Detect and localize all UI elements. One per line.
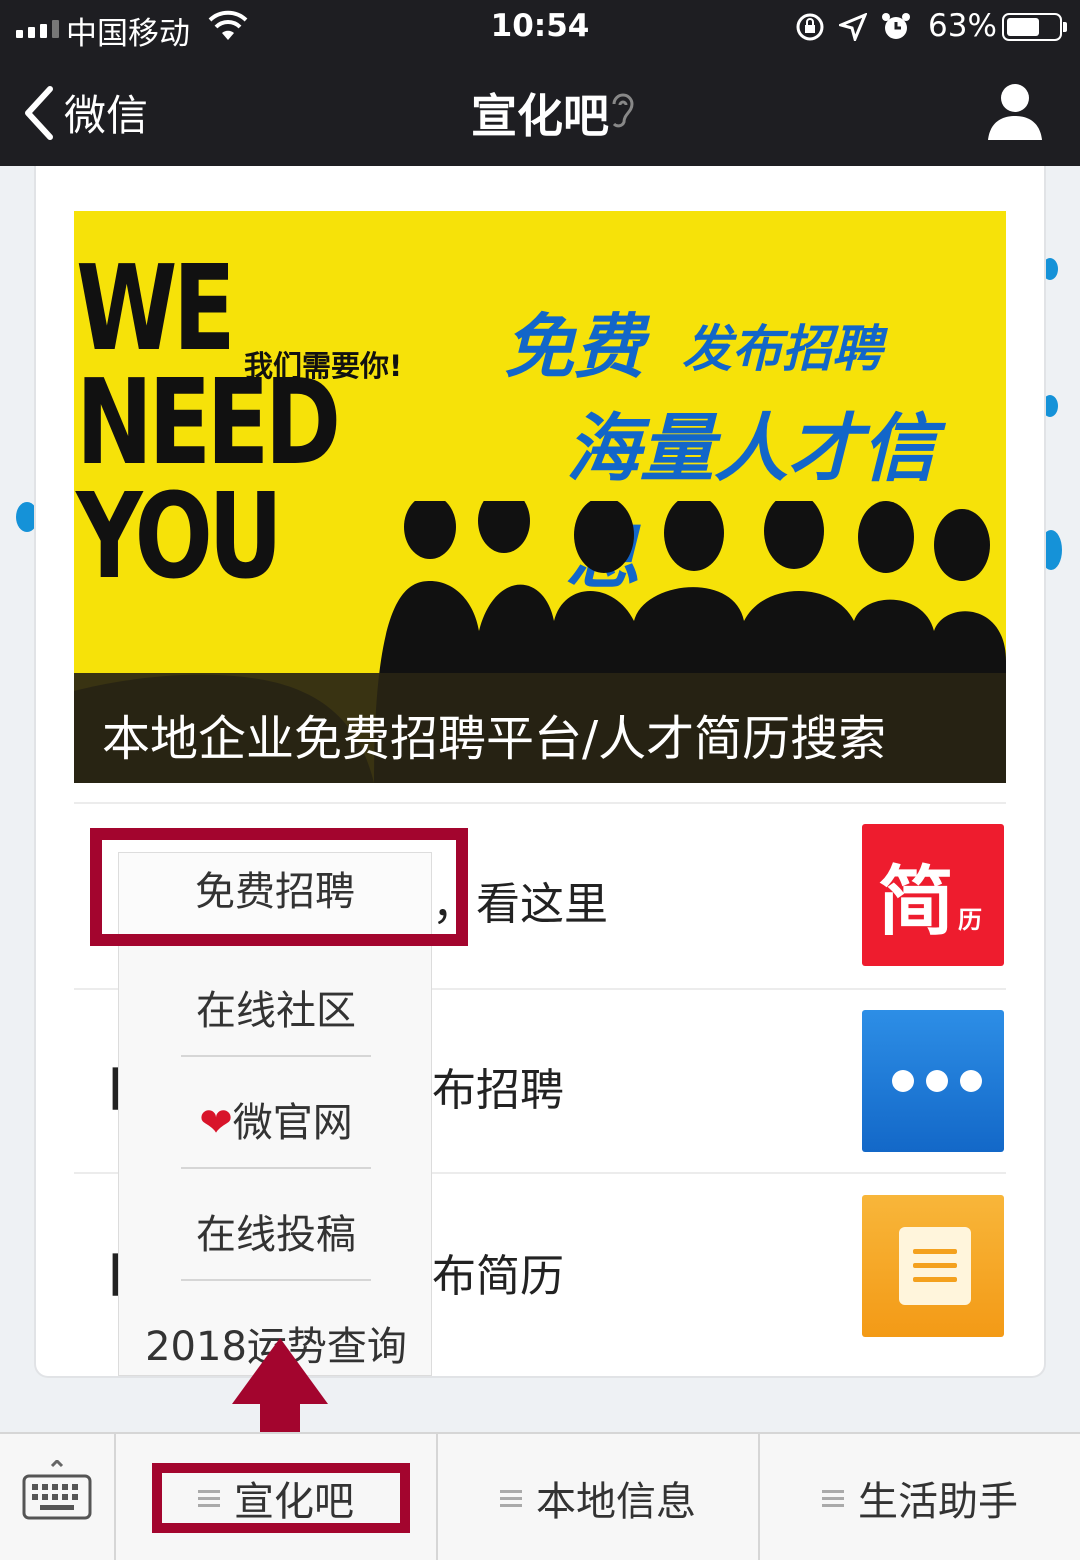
ear-icon [612,93,634,128]
status-bar: 中国移动 10:54 63% [0,0,1080,58]
alarm-icon [882,13,910,39]
menu-lines-icon [822,1486,844,1511]
location-icon [839,13,867,41]
document-icon [899,1227,971,1305]
nav-bar: 微信 宣化吧 [0,58,1080,166]
recruitment-banner[interactable]: WE NEED YOU 我们需要你! 免费 发布招聘 海量人才信息 本地企业免费… [74,211,1006,783]
tab-label: 生活助手 [858,1479,1018,1525]
document-tile[interactable] [862,1195,1004,1337]
tab-local-info[interactable]: 本地信息 [438,1434,760,1560]
article-row-3-title[interactable]: 布简历 [432,1240,564,1304]
menu-separator [181,1055,371,1057]
menu-separator [181,1167,371,1169]
battery-fill [1007,18,1039,36]
page-title: 宣化吧 [471,89,609,143]
tab-label: 本地信息 [536,1479,696,1525]
article-row-2-title[interactable]: 布招聘 [432,1054,564,1118]
menu-item-online-submission[interactable]: 在线投稿 [119,1202,433,1260]
tab-life-helper[interactable]: 生活助手 [760,1434,1080,1560]
banner-post-recruit-text: 发布招聘 [682,320,882,378]
profile-icon[interactable] [986,80,1044,142]
clock: 10:54 [490,8,590,44]
resume-tile-small-char: 历 [958,906,982,934]
battery-percent: 63% [928,8,997,44]
more-dots-icon [892,1070,982,1092]
heart-icon: ❤ [199,1100,233,1146]
menu-item-micro-site[interactable]: ❤微官网 [119,1090,433,1148]
popup-menu: 在线社区 ❤微官网 在线投稿 2018运势查询 [118,944,432,1376]
keyboard-toggle-button[interactable] [0,1434,116,1560]
divider [74,802,1006,804]
banner-free-text: 免费 [504,306,644,388]
up-arrow-annotation-head [232,1338,328,1404]
banner-caption: 本地企业免费招聘平台/人才简历搜索 [102,711,887,767]
menu-separator [181,1279,371,1281]
resume-tile[interactable]: 简 历 [862,824,1004,966]
menu-lines-icon [500,1486,522,1511]
keyboard-icon [22,1460,92,1520]
highlight-box-tab [152,1463,410,1533]
more-tile[interactable] [862,1010,1004,1152]
menu-item-online-community[interactable]: 在线社区 [119,978,433,1036]
banner-we-need-you-cn: 我们需要你! [244,349,403,383]
highlight-box-menu-item [90,828,468,946]
battery-icon [1002,13,1067,41]
rotation-lock-icon [796,13,824,41]
resume-tile-big-char: 简 [878,857,954,946]
